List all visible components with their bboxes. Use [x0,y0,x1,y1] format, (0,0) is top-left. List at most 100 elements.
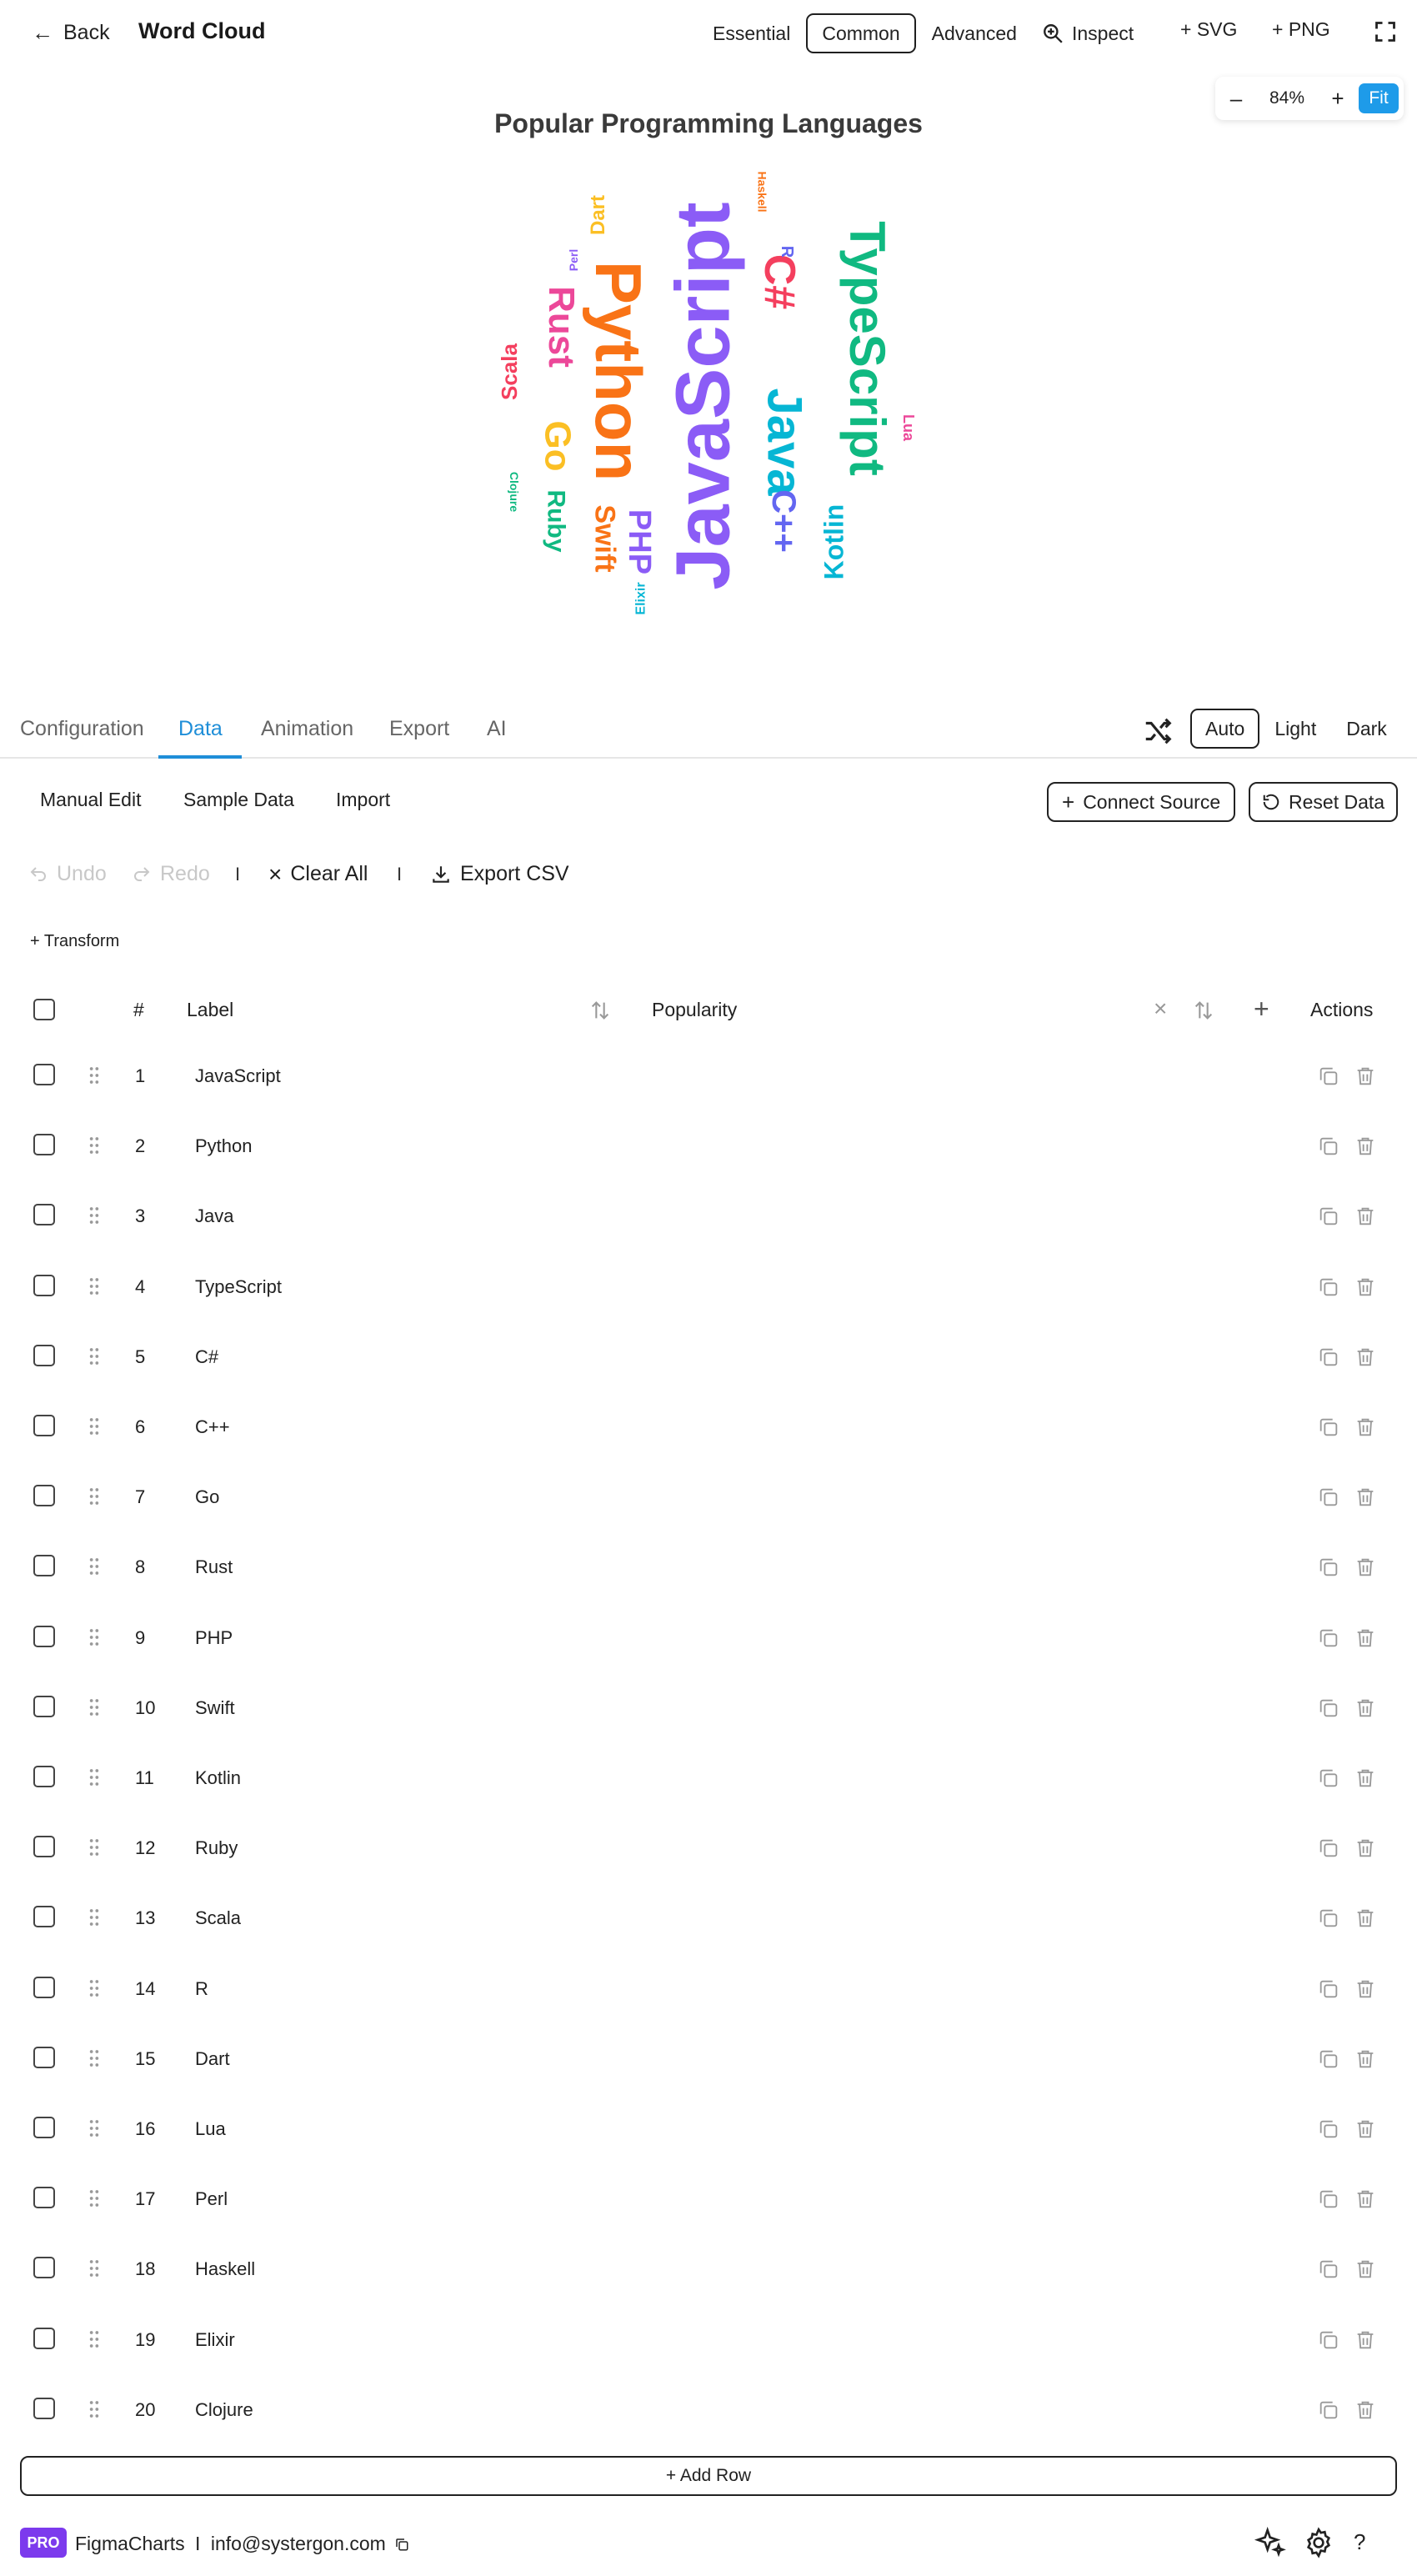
table-row[interactable]: 18 Haskell [0,2233,1417,2303]
table-row[interactable]: 4 TypeScript [0,1251,1417,1321]
drag-handle-icon[interactable] [88,2329,100,2349]
table-row[interactable]: 17 Perl [0,2163,1417,2233]
drag-handle-icon[interactable] [88,1416,100,1436]
drag-handle-icon[interactable] [88,1837,100,1857]
sort-icon[interactable] [1192,999,1215,1022]
row-label[interactable]: Haskell [195,2258,255,2280]
row-label[interactable]: C++ [195,1416,230,1438]
duplicate-icon[interactable] [1317,1416,1340,1439]
row-label[interactable]: Go [195,1486,219,1508]
table-row[interactable]: 8 Rust [0,1531,1417,1601]
row-checkbox[interactable] [33,1555,55,1577]
contact-email[interactable]: info@systergon.com [211,2533,386,2554]
reset-data-button[interactable]: Reset Data [1249,782,1399,822]
row-checkbox[interactable] [33,2046,55,2068]
table-row[interactable]: 20 Clojure [0,2374,1417,2444]
row-label[interactable]: JavaScript [195,1065,281,1087]
tab-export[interactable]: Export [389,717,449,741]
trash-icon[interactable] [1354,1205,1377,1228]
trash-icon[interactable] [1354,1696,1377,1720]
row-label[interactable]: Python [195,1135,253,1157]
duplicate-icon[interactable] [1317,2258,1340,2281]
drag-handle-icon[interactable] [88,1767,100,1787]
row-checkbox[interactable] [33,1906,55,1928]
row-label[interactable]: C# [195,1346,218,1368]
row-label[interactable]: Java [195,1205,233,1227]
drag-handle-icon[interactable] [88,1556,100,1576]
row-label[interactable]: Lua [195,2118,226,2140]
add-column-icon[interactable]: + [1254,994,1269,1025]
duplicate-icon[interactable] [1317,1626,1340,1650]
row-checkbox[interactable] [33,2187,55,2209]
drag-handle-icon[interactable] [88,2188,100,2208]
drag-handle-icon[interactable] [88,2399,100,2419]
trash-icon[interactable] [1354,1556,1377,1579]
trash-icon[interactable] [1354,2117,1377,2141]
trash-icon[interactable] [1354,2328,1377,2352]
table-row[interactable]: 5 C# [0,1321,1417,1391]
duplicate-icon[interactable] [1317,1486,1340,1509]
row-label[interactable]: Swift [195,1697,235,1719]
theme-dark[interactable]: Dark [1331,709,1402,749]
drag-handle-icon[interactable] [88,1627,100,1647]
table-row[interactable]: 11 Kotlin [0,1742,1417,1812]
row-label[interactable]: Perl [195,2188,228,2210]
subtab-import[interactable]: Import [336,789,390,811]
row-checkbox[interactable] [33,1064,55,1085]
trash-icon[interactable] [1354,2258,1377,2281]
table-row[interactable]: 3 Java [0,1180,1417,1250]
row-checkbox[interactable] [33,2117,55,2138]
table-row[interactable]: 12 Ruby [0,1812,1417,1882]
gear-icon[interactable] [1302,2526,1335,2559]
row-checkbox[interactable] [33,1344,55,1366]
row-checkbox[interactable] [33,1274,55,1296]
table-row[interactable]: 6 C++ [0,1391,1417,1461]
trash-icon[interactable] [1354,1977,1377,2001]
remove-column-icon[interactable]: × [1154,995,1167,1022]
row-label[interactable]: Elixir [195,2329,235,2351]
duplicate-icon[interactable] [1317,1065,1340,1088]
copy-icon[interactable] [394,2537,409,2552]
help-button[interactable]: ? [1354,2529,1365,2555]
row-checkbox[interactable] [33,1766,55,1787]
sort-icon[interactable] [588,999,612,1022]
row-checkbox[interactable] [33,2327,55,2349]
trash-icon[interactable] [1354,1767,1377,1790]
trash-icon[interactable] [1354,1275,1377,1299]
row-checkbox[interactable] [33,2257,55,2279]
export-csv-button[interactable]: Export CSV [430,862,569,886]
row-label[interactable]: Rust [195,1556,233,1578]
transform-button[interactable]: + Transform [30,932,119,951]
row-checkbox[interactable] [33,1695,55,1717]
row-label[interactable]: Dart [195,2048,230,2070]
trash-icon[interactable] [1354,2398,1377,2422]
row-checkbox[interactable] [33,1134,55,1156]
trash-icon[interactable] [1354,1065,1377,1088]
trash-icon[interactable] [1354,1837,1377,1860]
tab-data[interactable]: Data [178,717,223,741]
row-label[interactable]: Ruby [195,1837,238,1859]
duplicate-icon[interactable] [1317,2398,1340,2422]
drag-handle-icon[interactable] [88,1978,100,1998]
table-row[interactable]: 1 JavaScript [0,1040,1417,1110]
table-row[interactable]: 15 Dart [0,2023,1417,2093]
row-checkbox[interactable] [33,1976,55,1998]
subtab-sample-data[interactable]: Sample Data [183,789,294,811]
theme-auto[interactable]: Auto [1190,709,1260,749]
table-row[interactable]: 19 Elixir [0,2304,1417,2374]
table-row[interactable]: 14 R [0,1953,1417,2023]
trash-icon[interactable] [1354,2047,1377,2071]
table-row[interactable]: 2 Python [0,1110,1417,1180]
tab-configuration[interactable]: Configuration [20,717,144,741]
row-checkbox[interactable] [33,1204,55,1226]
trash-icon[interactable] [1354,1486,1377,1509]
duplicate-icon[interactable] [1317,2188,1340,2211]
shuffle-icon[interactable] [1142,715,1174,747]
select-all-checkbox[interactable] [33,999,55,1020]
row-label[interactable]: R [195,1978,208,2000]
duplicate-icon[interactable] [1317,1977,1340,2001]
drag-handle-icon[interactable] [88,1697,100,1717]
tab-animation[interactable]: Animation [261,717,353,741]
duplicate-icon[interactable] [1317,1275,1340,1299]
connect-source-button[interactable]: + Connect Source [1047,782,1236,822]
